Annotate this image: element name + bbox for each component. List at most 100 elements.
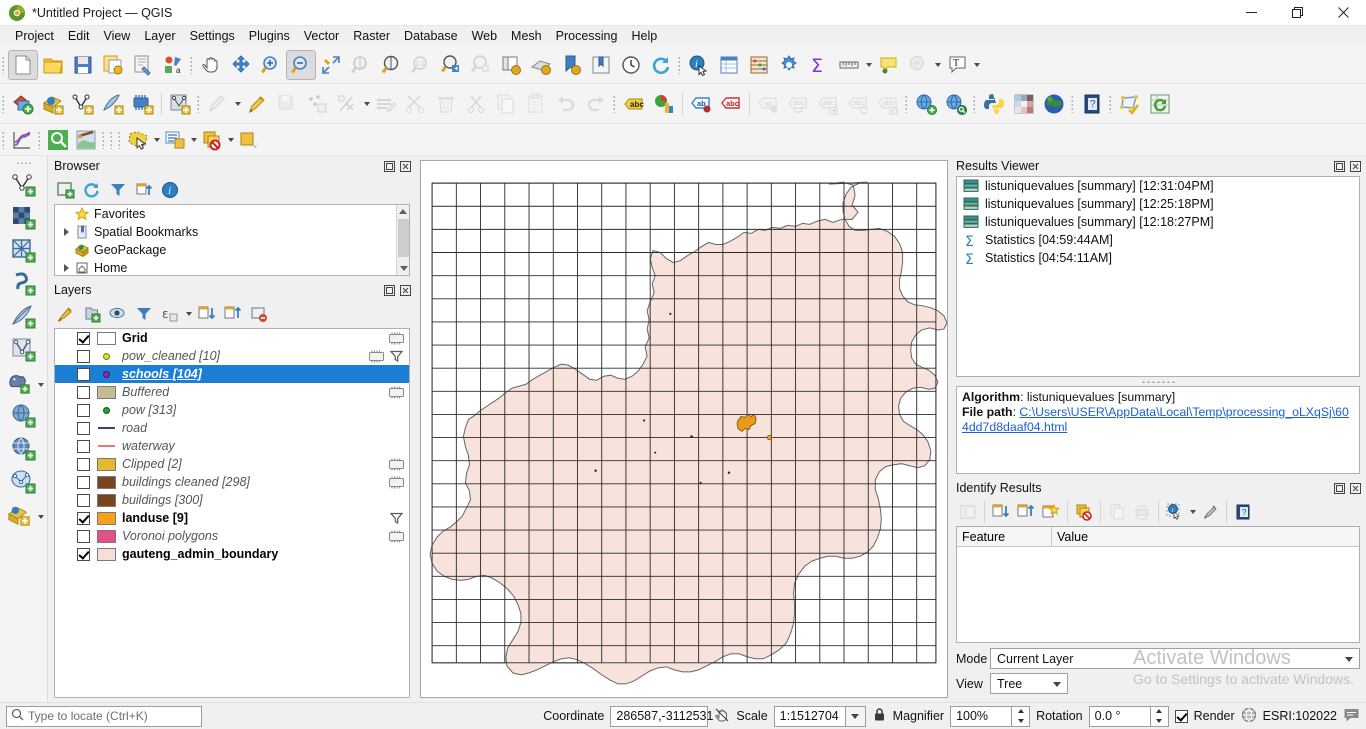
toolbar-grip-14[interactable] [108, 128, 116, 152]
layer-visibility-checkbox[interactable] [77, 529, 90, 543]
database-layer-caret[interactable] [36, 383, 46, 387]
add-wms-layer-side-button[interactable] [7, 401, 41, 431]
text-annotation-button[interactable]: T [942, 50, 972, 80]
layer-visibility-checkbox[interactable] [77, 511, 90, 525]
magnifier-spinner[interactable] [1012, 705, 1031, 727]
data-source-manager-button[interactable] [8, 89, 38, 119]
zoom-to-selection-button[interactable] [346, 50, 376, 80]
layer-visibility-checkbox[interactable] [77, 331, 90, 345]
expand-tree-icon[interactable] [956, 500, 980, 524]
menu-web[interactable]: Web [465, 27, 504, 45]
menu-plugins[interactable]: Plugins [242, 27, 297, 45]
save-layer-edits-button[interactable] [272, 89, 302, 119]
edit-icon[interactable] [388, 385, 405, 400]
expression-filter-caret[interactable] [184, 302, 193, 326]
zoom-next-button[interactable] [466, 50, 496, 80]
select-features-button[interactable] [124, 127, 152, 153]
new-geopackage-layer-side-button[interactable] [2, 500, 36, 530]
map-tips-button[interactable] [873, 50, 903, 80]
remove-layer-icon[interactable] [247, 302, 271, 326]
refresh-icon[interactable] [80, 178, 104, 202]
zoom-last-button[interactable] [436, 50, 466, 80]
measure-dropdown-caret[interactable] [864, 50, 873, 80]
current-edits-button[interactable] [203, 89, 233, 119]
layer-row[interactable]: landuse [9] [55, 509, 409, 527]
toolbar-grip[interactable] [0, 53, 8, 77]
new-3d-map-view-button[interactable] [526, 50, 556, 80]
manage-visibility-icon[interactable] [106, 302, 130, 326]
scale-value[interactable]: 1:1512704 [773, 705, 846, 727]
edit-icon[interactable] [388, 331, 405, 346]
openstreetmap-button[interactable] [1039, 89, 1069, 119]
paste-button[interactable] [521, 89, 551, 119]
identify-table[interactable]: Feature Value [956, 526, 1360, 643]
topology-checker-button[interactable] [1115, 89, 1145, 119]
vertex-tool-caret[interactable] [362, 89, 371, 119]
layer-row[interactable]: road [55, 419, 409, 437]
redo-button[interactable] [581, 89, 611, 119]
menu-layer[interactable]: Layer [137, 27, 182, 45]
layer-visibility-checkbox[interactable] [77, 457, 90, 471]
save-project-as-button[interactable] [98, 50, 128, 80]
filter-icon[interactable] [388, 349, 405, 364]
bookmarks-dropdown-caret[interactable] [933, 50, 942, 80]
lock-icon[interactable] [872, 707, 887, 725]
edit-icon[interactable] [388, 475, 405, 490]
scrollbar-down-arrow[interactable] [397, 262, 409, 275]
zoom-in-button[interactable] [256, 50, 286, 80]
temporal-controller-button[interactable] [616, 50, 646, 80]
results-list[interactable]: listuniquevalues [summary] [12:31:04PM] l… [956, 176, 1360, 377]
scale-dropdown-button[interactable] [845, 705, 866, 727]
layer-row[interactable]: schools [104] [55, 365, 409, 383]
new-project-button[interactable] [8, 49, 38, 80]
help-icon[interactable]: ? [1231, 500, 1255, 524]
mode-combobox[interactable]: Current Layer [990, 648, 1360, 669]
edit-icon[interactable] [368, 349, 385, 364]
measure-line-button[interactable] [834, 50, 864, 80]
layer-visibility-checkbox[interactable] [77, 403, 90, 417]
add-vector-layer-side-button[interactable] [7, 170, 41, 200]
add-wms-layer-button[interactable] [911, 89, 941, 119]
zoom-to-layer-button[interactable] [376, 50, 406, 80]
collapse-new-icon[interactable] [1014, 500, 1038, 524]
add-raster-layer-side-button[interactable] [7, 203, 41, 233]
toolbar-grip-15[interactable] [116, 128, 124, 152]
scrollbar-up-arrow[interactable] [397, 205, 409, 218]
pan-to-selection-button[interactable] [226, 50, 256, 80]
rotation-spinner[interactable] [1150, 705, 1169, 727]
edit-icon[interactable] [388, 529, 405, 544]
layer-visibility-checkbox[interactable] [77, 349, 90, 363]
deselect-caret[interactable] [226, 125, 235, 155]
menu-vector[interactable]: Vector [297, 27, 346, 45]
result-item[interactable]: Σ Statistics [04:59:44AM] [957, 231, 1359, 249]
browser-scrollbar[interactable] [396, 205, 409, 275]
toolbar-grip-5[interactable] [195, 92, 203, 116]
results-float-icon[interactable] [1332, 159, 1346, 173]
expand-all-icon[interactable] [195, 302, 219, 326]
new-print-layout-button[interactable] [556, 50, 586, 80]
copy-button[interactable] [491, 89, 521, 119]
identify-close-icon[interactable] [1348, 481, 1362, 495]
refresh-map-button[interactable] [646, 50, 676, 80]
toolbar-grip-4[interactable] [0, 92, 8, 116]
select-by-expression-button[interactable] [161, 127, 189, 153]
select-features-caret[interactable] [152, 125, 161, 155]
vertex-tool-button[interactable] [332, 89, 362, 119]
menu-settings[interactable]: Settings [183, 27, 242, 45]
layer-row[interactable]: Clipped [2] [55, 455, 409, 473]
result-item[interactable]: listuniquevalues [summary] [12:25:18PM] [957, 195, 1359, 213]
modify-attributes-button[interactable] [371, 89, 401, 119]
zoom-out-button[interactable] [286, 49, 316, 80]
highlight-pinned-labels-button[interactable]: abc [716, 89, 746, 119]
cut-button[interactable] [461, 89, 491, 119]
add-delimited-text-layer-button[interactable] [98, 89, 128, 119]
result-item[interactable]: listuniquevalues [summary] [12:18:27PM] [957, 213, 1359, 231]
menu-processing[interactable]: Processing [549, 27, 625, 45]
zoom-full-button[interactable] [316, 50, 346, 80]
layer-visibility-checkbox[interactable] [77, 367, 90, 381]
browser-close-icon[interactable] [398, 159, 412, 173]
results-close-icon[interactable] [1348, 159, 1362, 173]
layout-manager-button[interactable] [586, 50, 616, 80]
open-project-button[interactable] [38, 50, 68, 80]
maximize-button[interactable] [1274, 0, 1320, 26]
